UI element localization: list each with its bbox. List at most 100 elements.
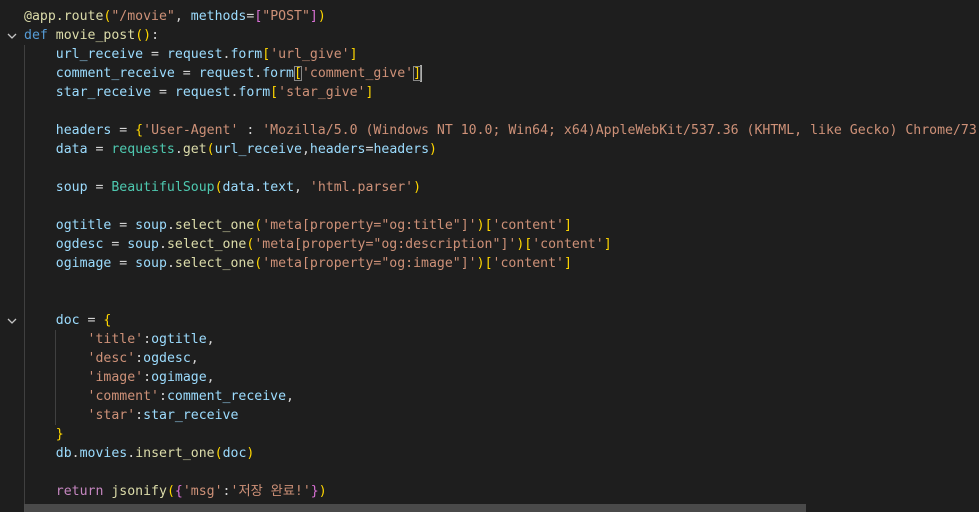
token: doc xyxy=(55,313,80,328)
code-line-26: return jsonify({'msg':'저장 완료!'}) xyxy=(24,482,979,501)
token: "POST" xyxy=(262,9,310,24)
code-line-18: 'title':ogtitle, xyxy=(24,330,979,349)
token: select_one xyxy=(166,237,247,252)
token: = xyxy=(79,313,104,328)
code-line-14: ogimage = soup.select_one('meta[property… xyxy=(24,254,979,273)
code-editor[interactable]: @app.route("/movie", methods=["POST"]) d… xyxy=(0,0,979,512)
code-line-12: ogtitle = soup.select_one('meta[property… xyxy=(24,216,979,235)
token: . xyxy=(71,446,80,461)
token: [ xyxy=(270,85,279,100)
token: ogdesc xyxy=(143,351,191,366)
token: ( xyxy=(214,446,223,461)
code-line-23: } xyxy=(24,425,979,444)
token: data xyxy=(222,180,255,195)
token: BeautifulSoup xyxy=(111,180,215,195)
token: { xyxy=(103,313,112,328)
code-line-13: ogdesc = soup.select_one('meta[property=… xyxy=(24,235,979,254)
token: form xyxy=(262,66,294,81)
code-lines[interactable]: @app.route("/movie", methods=["POST"]) d… xyxy=(24,7,979,501)
horizontal-scrollbar[interactable] xyxy=(24,504,806,512)
token: : xyxy=(222,484,231,499)
token: ) xyxy=(317,9,326,24)
token: ] xyxy=(564,218,572,233)
token: ogimage xyxy=(55,256,112,271)
token: star_receive xyxy=(55,85,152,100)
token: = xyxy=(111,218,136,233)
token: db xyxy=(55,446,72,461)
token: = xyxy=(87,180,112,195)
token: : xyxy=(143,332,152,347)
token: 'meta[property="og:title"]' xyxy=(262,218,477,233)
token: , xyxy=(190,351,199,366)
token: . xyxy=(166,218,175,233)
token: : xyxy=(143,370,152,385)
token: comment_receive xyxy=(55,66,175,81)
token: get xyxy=(182,142,207,157)
token: { xyxy=(174,484,183,499)
token: soup xyxy=(127,237,159,252)
token: ] xyxy=(365,85,374,100)
text-cursor xyxy=(420,64,423,82)
token: = xyxy=(143,47,167,62)
code-line-5: star_receive = request.form['star_give'] xyxy=(24,83,979,102)
token: , xyxy=(174,9,191,24)
token: 'url_give' xyxy=(270,47,350,62)
code-line-21: 'comment':comment_receive, xyxy=(24,387,979,406)
token: , xyxy=(206,332,215,347)
code-line-22: 'star':star_receive xyxy=(24,406,979,425)
code-line-2: def movie_post(): xyxy=(24,26,979,45)
token: url_receive xyxy=(55,47,144,62)
token: = xyxy=(174,66,199,81)
token: [ xyxy=(484,218,493,233)
code-line-24: db.movies.insert_one(doc) xyxy=(24,444,979,463)
code-line-7: headers = {'User-Agent' : 'Mozilla/5.0 (… xyxy=(24,121,979,140)
token: movie_post xyxy=(55,28,136,43)
token: return xyxy=(55,484,104,499)
token: ] xyxy=(603,237,612,252)
token: 'star_give' xyxy=(278,85,366,100)
token: jsonify xyxy=(111,484,167,499)
token: ] xyxy=(349,47,358,62)
token: [ xyxy=(484,256,493,271)
token: 'image' xyxy=(87,370,144,385)
token: 'title' xyxy=(87,332,144,347)
token: @app.route xyxy=(24,9,104,24)
token: ( xyxy=(206,142,215,157)
token: ( xyxy=(135,28,144,43)
token: , xyxy=(301,142,310,157)
code-line-4: comment_receive = request.form['comment_… xyxy=(24,64,979,83)
token: . xyxy=(127,446,136,461)
token: ) xyxy=(413,180,422,195)
token: 'content' xyxy=(492,256,564,271)
token: ogtitle xyxy=(55,218,112,233)
token: headers xyxy=(373,142,430,157)
token: 'msg' xyxy=(182,484,223,499)
chevron-down-icon[interactable] xyxy=(6,30,18,42)
token: 'User-Agent' xyxy=(143,123,239,138)
token: text xyxy=(262,180,295,195)
token: : xyxy=(135,351,144,366)
token: , xyxy=(294,180,310,195)
token: soup xyxy=(135,256,167,271)
token: [ xyxy=(262,47,271,62)
token: , xyxy=(286,389,294,404)
chevron-down-icon[interactable] xyxy=(6,315,18,327)
token: request xyxy=(174,85,231,100)
code-line-17: doc = { xyxy=(24,311,979,330)
token: def xyxy=(24,28,48,43)
token: ( xyxy=(166,484,175,499)
token: ) xyxy=(246,446,255,461)
token: soup xyxy=(55,180,88,195)
token: 'comment_give' xyxy=(301,66,414,81)
token: 'comment' xyxy=(87,389,159,404)
token: "/movie" xyxy=(111,9,175,24)
code-line-10: soup = BeautifulSoup(data.text, 'html.pa… xyxy=(24,178,979,197)
token: . xyxy=(174,142,183,157)
token: 'content' xyxy=(492,218,564,233)
